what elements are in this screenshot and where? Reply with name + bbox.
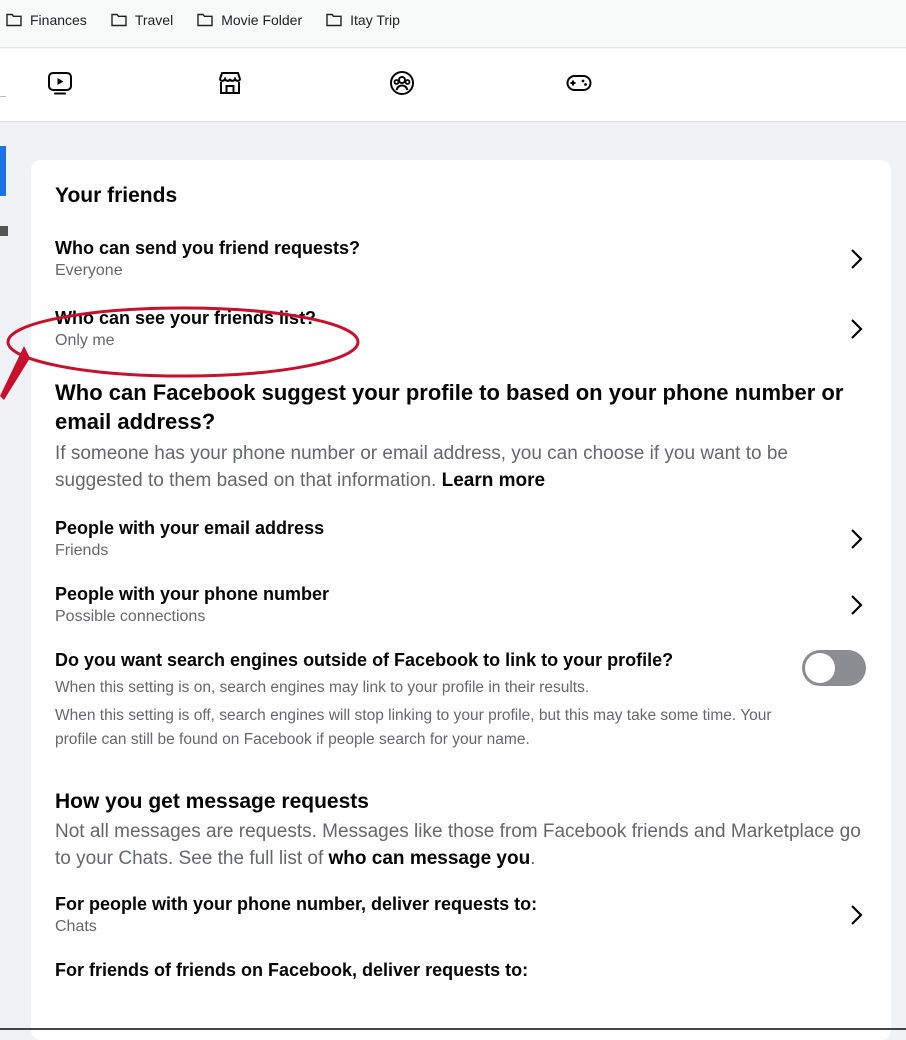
learn-more-link[interactable]: Learn more — [442, 470, 545, 491]
bookmark-label: Finances — [30, 12, 87, 28]
setting-title: Who can send you friend requests? — [55, 238, 361, 258]
chevron-right-icon — [851, 529, 863, 549]
bookmark-label: Travel — [134, 12, 174, 28]
search-engine-setting: Do you want search engines outside of Fa… — [55, 648, 866, 752]
facebook-nav — [0, 49, 906, 122]
email-suggest-setting[interactable]: People with your email address Friends — [55, 516, 866, 562]
bookmark-label: Movie Folder — [221, 12, 303, 28]
search-off-text: When this setting is off, search engines… — [55, 707, 772, 748]
setting-value: Chats — [55, 918, 97, 935]
fof-requests-setting[interactable]: For friends of friends on Facebook, deli… — [55, 958, 866, 982]
search-engine-toggle[interactable] — [802, 650, 866, 686]
setting-value: Possible connections — [55, 608, 206, 625]
chevron-right-icon — [851, 595, 863, 615]
video-icon[interactable] — [46, 69, 74, 97]
bookmark-itay-trip[interactable]: Itay Trip — [326, 12, 400, 28]
bookmark-travel[interactable]: Travel — [111, 12, 173, 28]
setting-title: Do you want search engines outside of Fa… — [55, 650, 674, 670]
gaming-icon[interactable] — [565, 69, 593, 97]
marketplace-icon[interactable] — [216, 69, 244, 97]
who-can-message-link[interactable]: who can message you — [329, 848, 531, 869]
setting-value: Friends — [55, 542, 109, 559]
folder-icon — [6, 13, 22, 27]
friend-requests-setting[interactable]: Who can send you friend requests? Everyo… — [55, 236, 866, 282]
search-on-text: When this setting is on, search engines … — [55, 679, 590, 696]
phone-requests-setting[interactable]: For people with your phone number, deliv… — [55, 892, 866, 938]
chevron-right-icon — [851, 319, 863, 339]
bookmarks-bar: Finances Travel Movie Folder Itay Trip — [0, 0, 906, 48]
folder-icon — [326, 13, 342, 27]
bookmark-movie-folder[interactable]: Movie Folder — [197, 12, 302, 28]
setting-title: People with your phone number — [55, 584, 330, 604]
setting-title: People with your email address — [55, 518, 325, 538]
section-title-suggest-profile: Who can Facebook suggest your profile to… — [55, 380, 844, 434]
chevron-right-icon — [851, 905, 863, 925]
section-title-message-requests: How you get message requests — [55, 790, 369, 813]
section-title-your-friends: Your friends — [55, 184, 178, 207]
setting-value: Everyone — [55, 262, 123, 279]
bookmark-label: Itay Trip — [350, 12, 400, 28]
edge-artifact — [0, 226, 8, 236]
folder-icon — [111, 13, 127, 27]
bottom-divider — [0, 1028, 906, 1030]
bookmark-finances[interactable]: Finances — [6, 12, 87, 28]
groups-icon[interactable] — [388, 69, 416, 97]
toggle-knob — [805, 653, 835, 683]
sidebar-selected-indicator — [0, 146, 6, 196]
setting-value: Only me — [55, 332, 115, 349]
suggest-description-text: If someone has your phone number or emai… — [55, 443, 788, 491]
messages-description: Not all messages are requests. Messages … — [55, 821, 861, 869]
friends-list-setting[interactable]: Who can see your friends list? Only me — [55, 306, 866, 352]
phone-suggest-setting[interactable]: People with your phone number Possible c… — [55, 582, 866, 628]
edge-divider — [0, 96, 6, 97]
folder-icon — [197, 13, 213, 27]
settings-card: Your friends Who can send you friend req… — [31, 160, 891, 1040]
setting-title: For people with your phone number, deliv… — [55, 894, 538, 914]
chevron-right-icon — [851, 249, 863, 269]
setting-title: For friends of friends on Facebook, deli… — [55, 960, 529, 980]
setting-title: Who can see your friends list? — [55, 308, 317, 328]
suggest-description: If someone has your phone number or emai… — [55, 440, 866, 494]
